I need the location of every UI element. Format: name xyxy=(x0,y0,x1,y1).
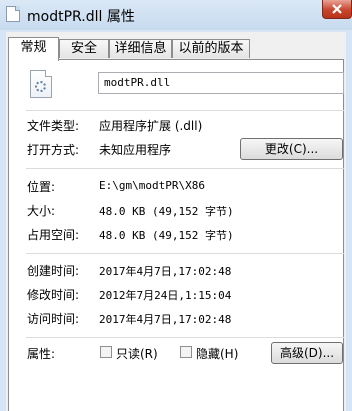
filename-field[interactable]: modtPR.dll xyxy=(98,72,344,94)
file-type-label: 文件类型: xyxy=(27,119,80,133)
created-label: 创建时间: xyxy=(27,264,80,278)
open-with-value: 未知应用程序 xyxy=(99,143,172,157)
size-label: 大小: xyxy=(27,204,56,218)
tab-general[interactable]: 常规 xyxy=(8,37,59,61)
divider xyxy=(26,168,344,169)
created-value: 2017年4月7日,17:02:48 xyxy=(99,265,232,278)
open-with-label: 打开方式: xyxy=(27,143,80,157)
divider xyxy=(26,253,344,254)
tab-security[interactable]: 安全 xyxy=(59,39,109,58)
close-icon xyxy=(332,4,342,14)
hidden-label: 隐藏(H) xyxy=(196,347,239,361)
size-on-disk-label: 占用空间: xyxy=(27,228,80,242)
accessed-label: 访问时间: xyxy=(27,312,80,326)
window-title: modtPR.dll 属性 xyxy=(27,9,135,25)
location-label: 位置: xyxy=(27,180,56,194)
readonly-label: 只读(R) xyxy=(116,347,158,361)
advanced-button[interactable]: 高级(D)... xyxy=(271,342,343,364)
attributes-label: 属性: xyxy=(27,347,56,361)
divider xyxy=(26,337,344,338)
change-button[interactable]: 更改(C)... xyxy=(240,138,343,160)
size-on-disk-value: 48.0 KB (49,152 字节) xyxy=(99,229,234,242)
modified-value: 2012年7月24日,1:15:04 xyxy=(99,289,232,302)
size-value: 48.0 KB (49,152 字节) xyxy=(99,205,234,218)
hidden-checkbox[interactable] xyxy=(180,346,192,358)
readonly-checkbox[interactable] xyxy=(100,346,112,358)
tab-previous-versions[interactable]: 以前的版本 xyxy=(172,39,250,58)
tab-details[interactable]: 详细信息 xyxy=(109,39,172,58)
dll-file-icon xyxy=(30,70,52,98)
accessed-value: 2017年4月7日,17:02:48 xyxy=(99,313,232,326)
location-value: E:\gm\modtPR\X86 xyxy=(99,179,205,192)
divider xyxy=(26,110,344,111)
gear-icon xyxy=(35,81,46,92)
close-button[interactable] xyxy=(322,0,352,19)
file-icon xyxy=(6,6,20,22)
modified-label: 修改时间: xyxy=(27,288,80,302)
title-bar: modtPR.dll 属性 xyxy=(0,0,352,30)
file-type-value: 应用程序扩展 (.dll) xyxy=(99,119,203,133)
